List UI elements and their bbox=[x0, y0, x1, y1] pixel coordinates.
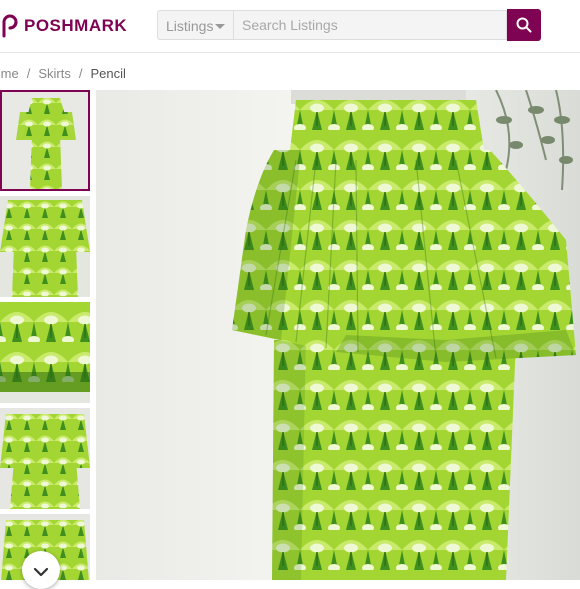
poshmark-logo[interactable]: POSHMARK bbox=[0, 14, 127, 38]
garment-photo-thumb bbox=[2, 92, 88, 189]
thumbnail-1[interactable] bbox=[0, 90, 90, 191]
site-header: POSHMARK Listings bbox=[0, 0, 580, 53]
scroll-thumbnails-down-button[interactable] bbox=[22, 551, 60, 589]
search-icon bbox=[516, 17, 532, 33]
search-bar: Listings bbox=[157, 9, 541, 42]
breadcrumb: Home / Skirts / Pencil bbox=[0, 62, 126, 84]
garment-photo-thumb bbox=[0, 196, 90, 297]
breadcrumb-separator: / bbox=[26, 65, 31, 81]
thumbnail-strip bbox=[0, 90, 92, 580]
breadcrumb-skirts[interactable]: Skirts bbox=[38, 66, 71, 81]
garment-photo bbox=[96, 90, 580, 580]
search-button[interactable] bbox=[507, 9, 541, 41]
chevron-down-icon bbox=[33, 567, 49, 577]
breadcrumb-separator: / bbox=[78, 65, 83, 81]
poshmark-logo-icon bbox=[2, 14, 18, 38]
search-input[interactable] bbox=[233, 10, 507, 40]
thumbnail-3[interactable] bbox=[0, 302, 90, 403]
main-product-photo[interactable] bbox=[96, 90, 580, 580]
garment-photo-thumb bbox=[0, 302, 90, 403]
brand-name: POSHMARK bbox=[24, 16, 128, 35]
breadcrumb-pencil[interactable]: Pencil bbox=[90, 66, 125, 81]
breadcrumb-home[interactable]: Home bbox=[0, 66, 19, 81]
thumbnail-4[interactable] bbox=[0, 408, 90, 509]
search-scope-label: Listings bbox=[166, 18, 214, 34]
search-scope-dropdown[interactable]: Listings bbox=[157, 10, 233, 40]
garment-photo-thumb bbox=[0, 408, 90, 509]
caret-down-icon bbox=[215, 24, 225, 29]
thumbnail-2[interactable] bbox=[0, 196, 90, 297]
